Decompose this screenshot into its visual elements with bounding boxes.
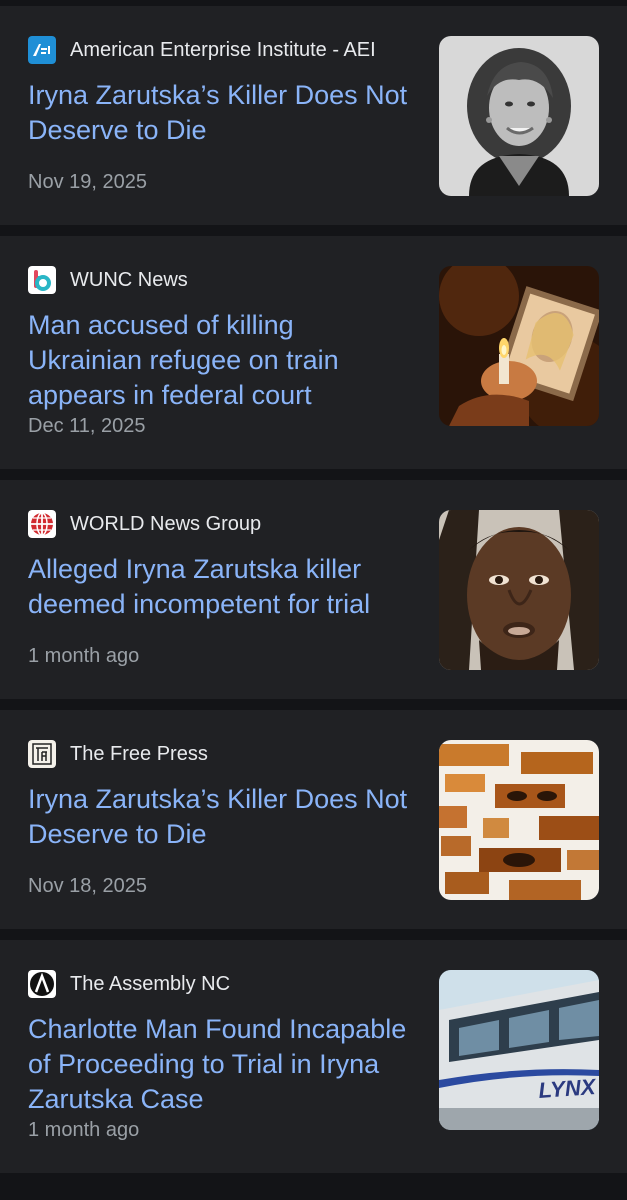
- headline-link[interactable]: Charlotte Man Found Incapable of Proceed…: [28, 1012, 408, 1117]
- wunc-logo-icon: [28, 266, 56, 294]
- train-logo-text: LYNX: [538, 1074, 598, 1103]
- article-thumbnail[interactable]: [439, 740, 599, 900]
- source-row: WUNC News: [28, 266, 188, 294]
- article-card[interactable]: WORLD News Group Alleged Iryna Zarutska …: [0, 480, 627, 699]
- article-thumbnail[interactable]: [439, 36, 599, 196]
- source-name: WORLD News Group: [70, 513, 262, 535]
- article-card[interactable]: American Enterprise Institute - AEI Iryn…: [0, 6, 627, 225]
- article-thumbnail[interactable]: [439, 510, 599, 670]
- publish-date: Nov 19, 2025: [28, 171, 147, 193]
- portrait-photo: [439, 36, 599, 196]
- headline-link[interactable]: Iryna Zarutska’s Killer Does Not Deserve…: [28, 782, 408, 852]
- publish-date: Nov 18, 2025: [28, 875, 147, 897]
- source-row: The Free Press: [28, 740, 208, 768]
- article-card[interactable]: The Free Press Iryna Zarutska’s Killer D…: [0, 710, 627, 929]
- assembly-logo-icon: [28, 970, 56, 998]
- article-thumbnail[interactable]: LYNX: [439, 970, 599, 1130]
- source-row: American Enterprise Institute - AEI: [28, 36, 376, 64]
- source-row: WORLD News Group: [28, 510, 261, 538]
- aei-logo-icon: [28, 36, 56, 64]
- source-name: WUNC News: [70, 269, 188, 291]
- source-row: The Assembly NC: [28, 970, 230, 998]
- source-name: The Free Press: [70, 743, 208, 765]
- collage-photo: [439, 740, 599, 900]
- source-name: The Assembly NC: [70, 973, 231, 995]
- headline-link[interactable]: Man accused of killing Ukrainian refugee…: [28, 308, 408, 413]
- headline-link[interactable]: Iryna Zarutska’s Killer Does Not Deserve…: [28, 78, 408, 148]
- news-feed: American Enterprise Institute - AEI Iryn…: [0, 0, 627, 1200]
- world-logo-icon: [28, 510, 56, 538]
- publish-date: Dec 11, 2025: [28, 415, 146, 437]
- publish-date: 1 month ago: [28, 645, 140, 667]
- article-card[interactable]: The Assembly NC Charlotte Man Found Inca…: [0, 940, 627, 1173]
- article-thumbnail[interactable]: [439, 266, 599, 426]
- lynx-train-photo: LYNX: [439, 970, 599, 1130]
- publish-date: 1 month ago: [28, 1119, 140, 1141]
- tfp-logo-icon: [28, 740, 56, 768]
- headline-link[interactable]: Alleged Iryna Zarutska killer deemed inc…: [28, 552, 408, 622]
- mugshot-photo: [439, 510, 599, 670]
- source-name: American Enterprise Institute - AEI: [70, 39, 376, 61]
- article-card[interactable]: WUNC News Man accused of killing Ukraini…: [0, 236, 627, 469]
- candle-vigil-photo: [439, 266, 599, 426]
